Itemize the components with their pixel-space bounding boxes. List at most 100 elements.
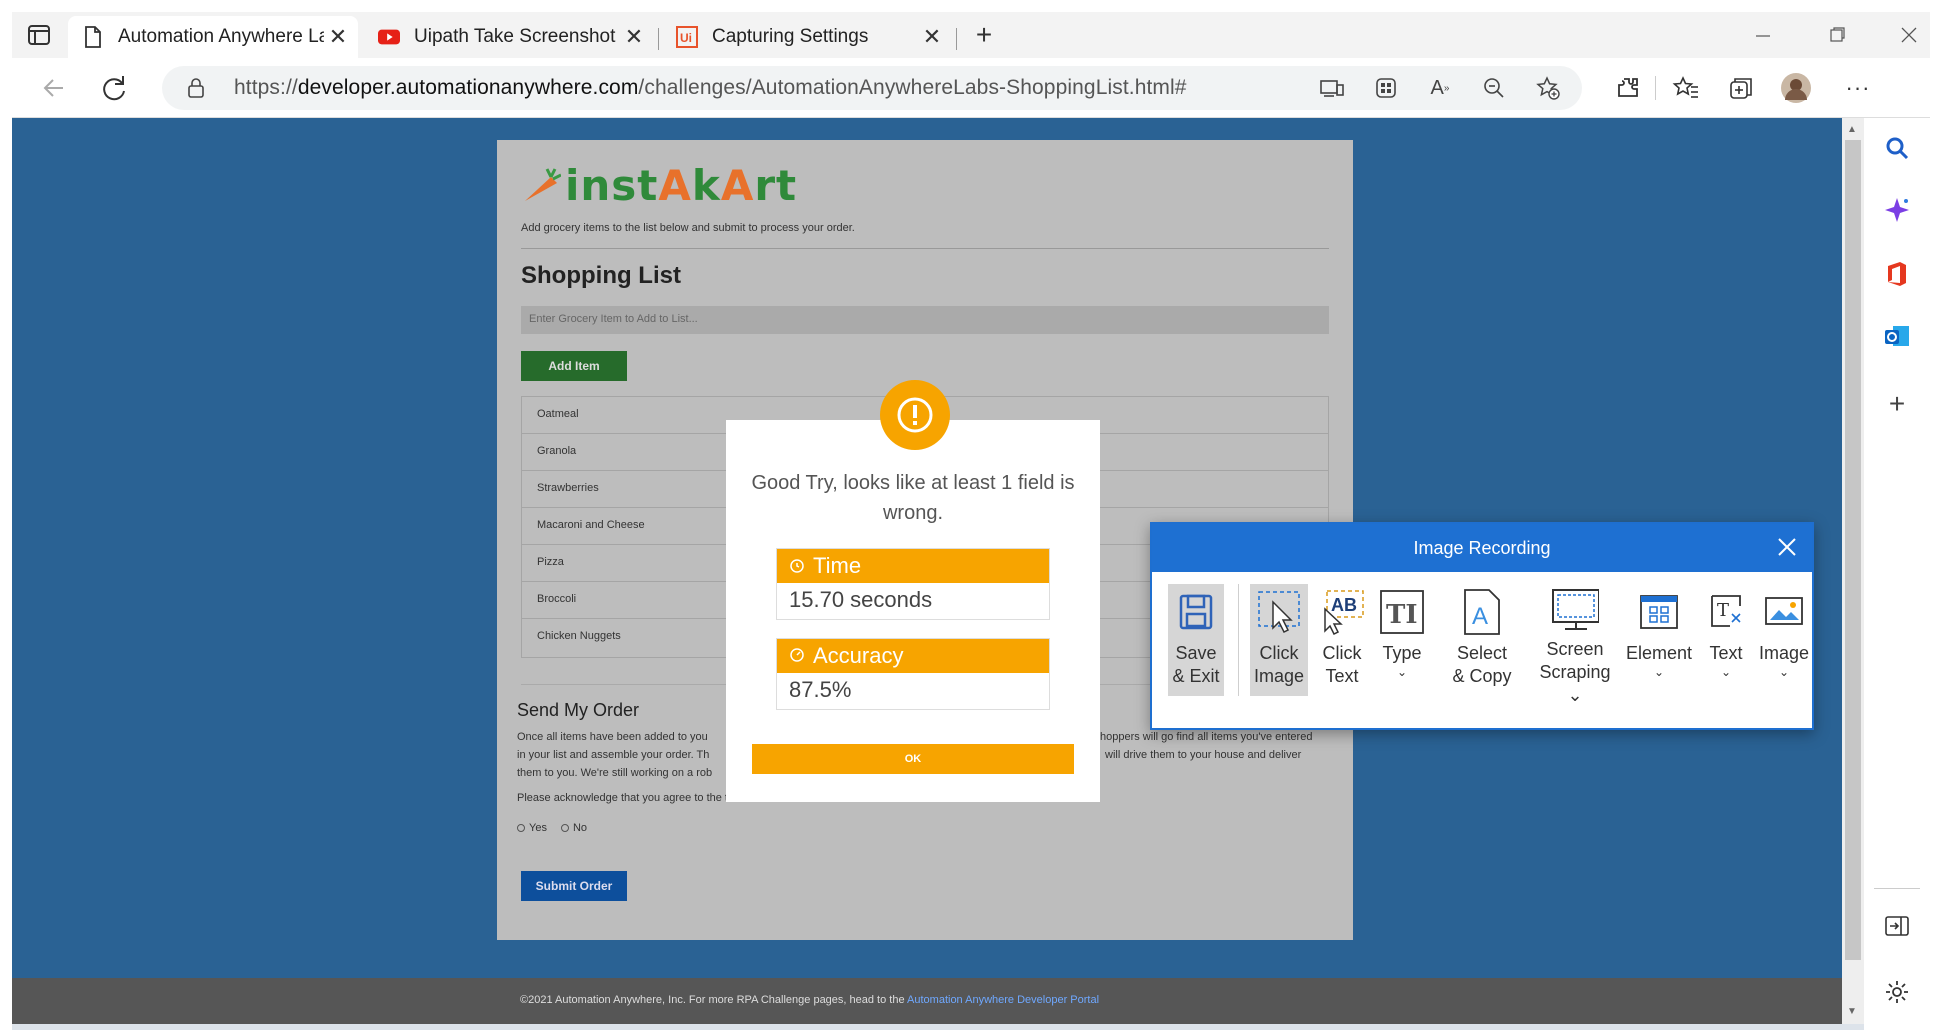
tab-shopping-list[interactable]: Automation Anywhere Labs - Shopping List…: [68, 16, 358, 58]
url-field[interactable]: https://developer.automationanywhere.com…: [162, 66, 1582, 110]
scroll-up-icon[interactable]: ▲: [1847, 124, 1857, 135]
save-exit-button[interactable]: Save & Exit: [1168, 584, 1224, 696]
tab-separator: [658, 28, 659, 50]
window-close-icon[interactable]: [1898, 24, 1920, 46]
divider: [521, 248, 1329, 249]
hide-sidebar-icon[interactable]: [1881, 910, 1913, 942]
tool-label: Element: [1625, 643, 1693, 663]
refresh-icon[interactable]: [98, 72, 130, 104]
search-icon[interactable]: [1881, 132, 1913, 164]
chevron-down-icon: ⌄: [1396, 665, 1408, 679]
apps-icon[interactable]: [1370, 72, 1402, 104]
tool-label: Image: [1758, 643, 1810, 663]
tab-title: Capturing Settings: [712, 26, 869, 47]
logo-part: inst: [565, 160, 659, 210]
tab-title: Automation Anywhere Labs - Shopping List: [118, 26, 324, 47]
image-icon: [1760, 588, 1808, 636]
back-icon[interactable]: [38, 72, 70, 104]
lock-icon[interactable]: [186, 77, 206, 104]
select-copy-button[interactable]: A Select & Copy: [1434, 584, 1530, 696]
read-aloud-icon[interactable]: A»: [1424, 72, 1456, 104]
grocery-item-input[interactable]: Enter Grocery Item to Add to List...: [521, 306, 1329, 334]
screen-scraping-icon: [1551, 588, 1599, 632]
url-domain: developer.automationanywhere.com: [297, 76, 639, 99]
scroll-down-icon[interactable]: ▼: [1847, 1006, 1857, 1017]
radio-no[interactable]: No: [560, 822, 588, 834]
svg-text:Ui: Ui: [680, 31, 692, 45]
minimize-icon[interactable]: [1752, 24, 1774, 46]
element-button[interactable]: Element ⌄: [1622, 584, 1696, 696]
radio-yes[interactable]: Yes: [517, 822, 547, 834]
sidebar-divider: [1874, 888, 1920, 889]
radio-circle-icon: [560, 824, 569, 832]
favorite-add-icon[interactable]: [1532, 72, 1564, 104]
office-icon[interactable]: [1881, 258, 1913, 290]
footer-copy: ©2021 Automation Anywhere, Inc. For more…: [520, 994, 908, 1006]
scrollbar-thumb[interactable]: [1845, 140, 1861, 960]
text-icon: T: [1702, 588, 1750, 636]
add-item-button[interactable]: Add Item: [521, 351, 627, 381]
image-button[interactable]: Image ⌄: [1752, 584, 1816, 696]
panel-title: Image Recording: [1152, 524, 1812, 572]
radio-label: No: [572, 822, 588, 834]
more-menu-icon[interactable]: ···: [1842, 72, 1874, 104]
result-message: Good Try, looks like at least 1 field is…: [751, 472, 1075, 524]
footer-text: ©2021 Automation Anywhere, Inc. For more…: [520, 994, 1099, 1006]
text-button[interactable]: T Text ⌄: [1698, 584, 1754, 696]
tab-close-icon[interactable]: ✕: [620, 24, 648, 50]
zoom-out-icon[interactable]: [1478, 72, 1510, 104]
status-strip: [12, 1024, 1864, 1030]
page-subtitle: Add grocery items to the list below and …: [521, 222, 855, 234]
list-item-label: Broccoli: [537, 593, 577, 605]
page-scrollbar[interactable]: ▲ ▼: [1842, 118, 1864, 1024]
close-icon[interactable]: [1776, 536, 1798, 558]
tool-label: & Copy: [1452, 666, 1512, 686]
tool-label: Save: [1175, 643, 1217, 663]
tool-label: Text: [1709, 643, 1743, 663]
copilot-icon[interactable]: [1881, 194, 1913, 226]
radio-circle-icon: [517, 824, 525, 832]
developer-portal-link[interactable]: Automation Anywhere Developer Portal: [907, 994, 1099, 1006]
ok-button[interactable]: OK: [752, 744, 1074, 774]
click-text-icon: AB: [1318, 588, 1366, 636]
extensions-icon[interactable]: [1612, 72, 1644, 104]
list-item-label: Granola: [537, 445, 577, 457]
chevron-down-icon: ⌄: [1720, 665, 1732, 679]
submit-order-button[interactable]: Submit Order: [521, 871, 627, 901]
tool-label: Text: [1325, 666, 1359, 686]
select-copy-icon: A: [1458, 588, 1506, 636]
warning-icon: [880, 380, 950, 450]
restore-icon[interactable]: [1826, 24, 1848, 46]
order-text: them to you. We're still working on a ro…: [517, 767, 713, 779]
screen-scraping-button[interactable]: Screen Scraping ⌄: [1532, 584, 1618, 705]
click-image-button[interactable]: Click Image: [1250, 584, 1308, 696]
outlook-icon[interactable]: [1881, 320, 1913, 352]
tab-actions-icon[interactable]: [26, 22, 52, 48]
gauge-icon: [789, 643, 805, 669]
type-button[interactable]: TI Type ⌄: [1374, 584, 1430, 696]
element-icon: [1635, 588, 1683, 636]
tab-close-icon[interactable]: ✕: [918, 24, 946, 50]
device-icon[interactable]: [1316, 72, 1348, 104]
list-item-label: Pizza: [537, 556, 564, 568]
accuracy-label: Accuracy: [813, 643, 904, 668]
tab-uipath-screenshot[interactable]: Uipath Take Screenshot and Save ✕: [364, 16, 654, 58]
uipath-icon: Ui: [676, 26, 698, 48]
favorites-icon[interactable]: [1670, 72, 1702, 104]
profile-avatar[interactable]: [1780, 72, 1812, 104]
add-sidebar-app-icon[interactable]: +: [1881, 388, 1913, 420]
collections-icon[interactable]: [1726, 72, 1758, 104]
time-metric: Time 15.70 seconds: [776, 548, 1050, 620]
click-text-button[interactable]: AB Click Text: [1314, 584, 1370, 696]
tool-label: Image: [1253, 666, 1305, 686]
tab-close-icon[interactable]: ✕: [324, 24, 352, 50]
edge-sidebar: +: [1864, 118, 1930, 1030]
tab-capturing-settings[interactable]: Ui Capturing Settings ✕: [662, 16, 952, 58]
time-value: 15.70 seconds: [789, 587, 933, 612]
new-tab-icon[interactable]: +: [970, 21, 998, 50]
time-label: Time: [813, 553, 862, 578]
result-modal: Good Try, looks like at least 1 field is…: [726, 380, 1100, 802]
settings-gear-icon[interactable]: [1881, 976, 1913, 1008]
svg-text:TI: TI: [1386, 600, 1418, 630]
tool-label: Scraping ⌄: [1539, 662, 1611, 705]
